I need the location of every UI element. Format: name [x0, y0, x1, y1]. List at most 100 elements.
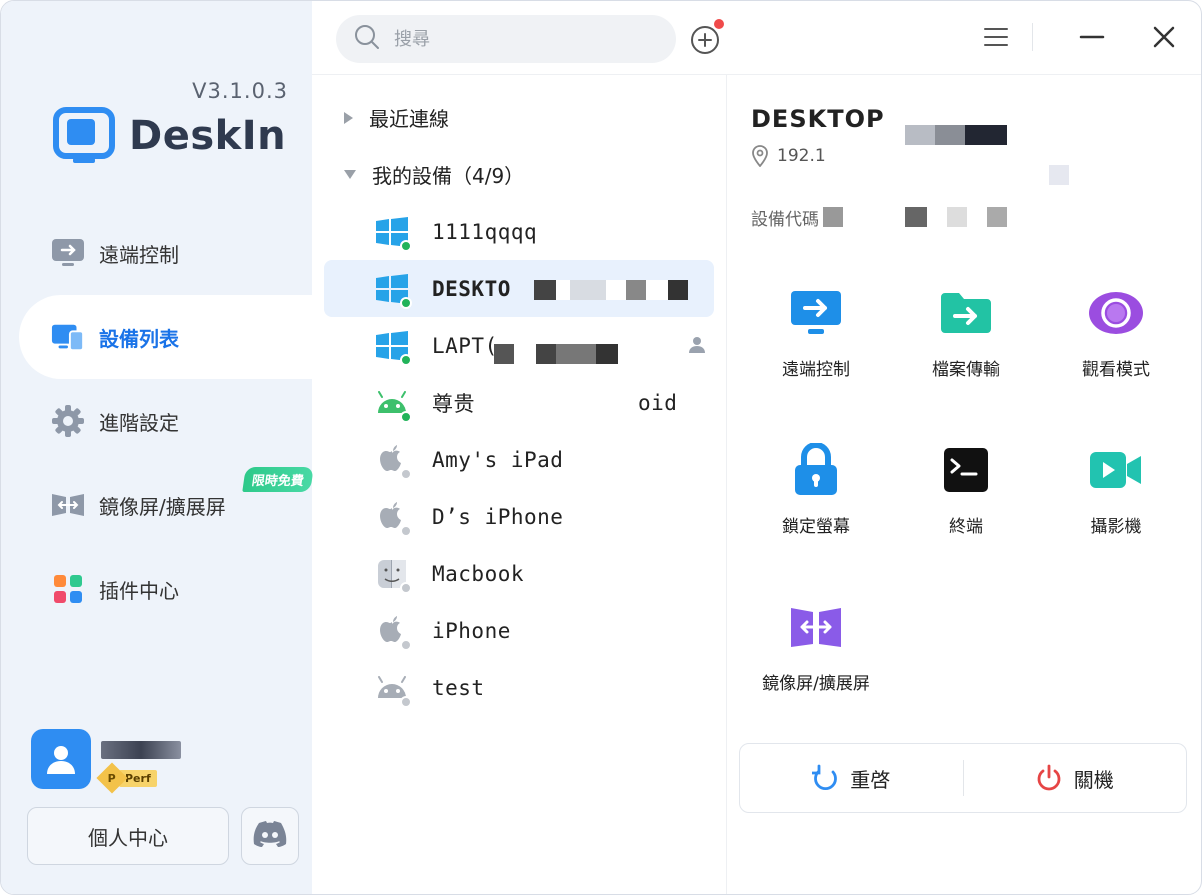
notification-dot — [714, 19, 724, 29]
search-input[interactable] — [394, 28, 644, 50]
tier-badge: P Perf — [96, 762, 157, 794]
gear-icon — [51, 404, 85, 438]
group-recent-connections[interactable]: 最近連線 — [312, 89, 726, 146]
menu-button[interactable] — [982, 23, 1010, 51]
device-item-selected[interactable]: DESKTO — [324, 260, 714, 317]
device-item[interactable]: 尊贵 oid — [312, 374, 726, 431]
sidebar-item-advanced-settings[interactable]: 進階設定 — [1, 379, 312, 463]
offline-status-dot — [400, 467, 412, 480]
version-label: V3.1.0.3 — [192, 79, 288, 103]
windows-icon — [374, 271, 412, 309]
sidebar-nav: 遠端控制 設備列表 進階設定 鏡像屏/擴展屏 插件中心 — [1, 211, 312, 631]
offline-status-dot — [400, 581, 412, 594]
action-view-mode[interactable]: 觀看模式 — [1041, 285, 1191, 380]
add-device-button[interactable] — [690, 19, 724, 55]
sidebar-item-remote-control[interactable]: 遠端控制 — [1, 211, 312, 295]
search-icon — [354, 24, 380, 54]
action-camera[interactable]: 攝影機 — [1041, 442, 1191, 537]
device-item[interactable]: Amy's iPad — [312, 431, 726, 488]
location-pin-icon — [752, 145, 768, 167]
group-label: 我的設備（4/9） — [372, 164, 525, 188]
action-terminal[interactable]: 終端 — [891, 442, 1041, 537]
device-name: DESKTO — [432, 276, 511, 301]
free-limited-badge: 限時免費 — [242, 467, 314, 492]
device-name: 尊贵 — [432, 391, 475, 416]
sidebar-item-label: 進階設定 — [99, 410, 179, 435]
device-ip: 192.1 — [751, 145, 826, 167]
shared-user-icon — [688, 335, 706, 353]
sidebar-item-plugin-center[interactable]: 插件中心 — [1, 547, 312, 631]
restart-button[interactable]: 重啓 — [740, 764, 963, 793]
device-name: test — [432, 675, 485, 700]
avatar[interactable] — [31, 729, 91, 789]
tier-letter: P — [107, 771, 117, 785]
online-status-dot — [400, 353, 412, 366]
android-icon — [374, 385, 412, 423]
apple-icon — [374, 499, 412, 537]
remote-control-icon — [788, 285, 844, 341]
close-button[interactable] — [1150, 23, 1178, 51]
shutdown-button[interactable]: 關機 — [964, 764, 1187, 793]
device-list-panel: 最近連線 我的設備（4/9） 1111qqqq DESKTO LAPT(尊贵 … — [312, 75, 726, 894]
offline-status-dot — [400, 695, 412, 708]
personal-center-button[interactable]: 個人中心 — [27, 807, 229, 865]
device-detail-panel: DESKTOP 192.1 設備代碼 遠端控制 檔案傳輸 觀看模式 鎖定螢幕 終… — [727, 75, 1201, 894]
mirror-screen-icon — [51, 488, 85, 522]
minimize-button[interactable] — [1078, 23, 1106, 51]
action-label: 攝影機 — [1090, 517, 1142, 537]
chevron-down-icon — [344, 170, 356, 179]
logo-text: DeskIn — [129, 113, 287, 159]
power-icon — [1037, 764, 1061, 791]
redaction-mask — [494, 344, 618, 364]
lock-screen-icon — [788, 442, 844, 498]
device-name: Macbook — [432, 561, 525, 586]
online-status-dot — [400, 239, 412, 252]
device-item[interactable]: 1111qqqq — [312, 203, 726, 260]
sidebar-item-device-list[interactable]: 設備列表 — [19, 295, 312, 379]
device-name: Amy's iPad — [432, 447, 564, 472]
close-icon — [1153, 26, 1175, 48]
app-logo: DeskIn — [53, 107, 286, 165]
search-box[interactable] — [336, 15, 676, 63]
monitor-arrow-icon — [51, 236, 85, 270]
offline-status-dot — [400, 524, 412, 537]
action-remote-control[interactable]: 遠端控制 — [741, 285, 891, 380]
redaction-mask — [823, 207, 1007, 227]
user-profile[interactable]: P Perf — [31, 729, 181, 794]
ip-value: 192.1 — [777, 146, 826, 166]
device-code: 設備代碼 — [751, 205, 819, 230]
device-title: DESKTOP — [751, 105, 885, 133]
divider — [1032, 23, 1033, 51]
action-lock-screen[interactable]: 鎖定螢幕 — [741, 442, 891, 537]
device-name: D’s iPhone — [432, 504, 564, 529]
discord-icon — [253, 821, 287, 851]
sidebar-item-label: 插件中心 — [99, 578, 179, 603]
sidebar-item-label: 設備列表 — [99, 326, 179, 351]
apple-icon — [374, 442, 412, 480]
minimize-icon — [1079, 35, 1105, 39]
camera-icon — [1088, 442, 1144, 498]
plugin-grid-icon — [51, 572, 85, 606]
device-item[interactable]: Macbook — [312, 545, 726, 602]
windows-icon — [374, 328, 412, 366]
device-item[interactable]: D’s iPhone — [312, 488, 726, 545]
view-mode-icon — [1088, 285, 1144, 341]
device-name-suffix: oid — [638, 390, 678, 415]
action-label: 觀看模式 — [1082, 360, 1150, 380]
action-file-transfer[interactable]: 檔案傳輸 — [891, 285, 1041, 380]
device-item[interactable]: iPhone — [312, 602, 726, 659]
action-mirror-extend[interactable]: 鏡像屏/擴展屏 — [741, 599, 891, 694]
sidebar-item-label: 遠端控制 — [99, 242, 179, 267]
terminal-icon — [938, 442, 994, 498]
username-masked — [101, 741, 181, 759]
redaction-mask — [1049, 165, 1069, 185]
group-my-devices[interactable]: 我的設備（4/9） — [312, 146, 726, 203]
shutdown-label: 關機 — [1073, 767, 1114, 792]
online-status-dot — [400, 410, 412, 423]
device-item[interactable]: test — [312, 659, 726, 716]
device-item[interactable]: LAPT( — [312, 317, 726, 374]
chevron-right-icon — [344, 111, 353, 124]
discord-button[interactable] — [241, 807, 299, 865]
restart-label: 重啓 — [850, 767, 891, 792]
action-label: 檔案傳輸 — [932, 360, 1000, 380]
